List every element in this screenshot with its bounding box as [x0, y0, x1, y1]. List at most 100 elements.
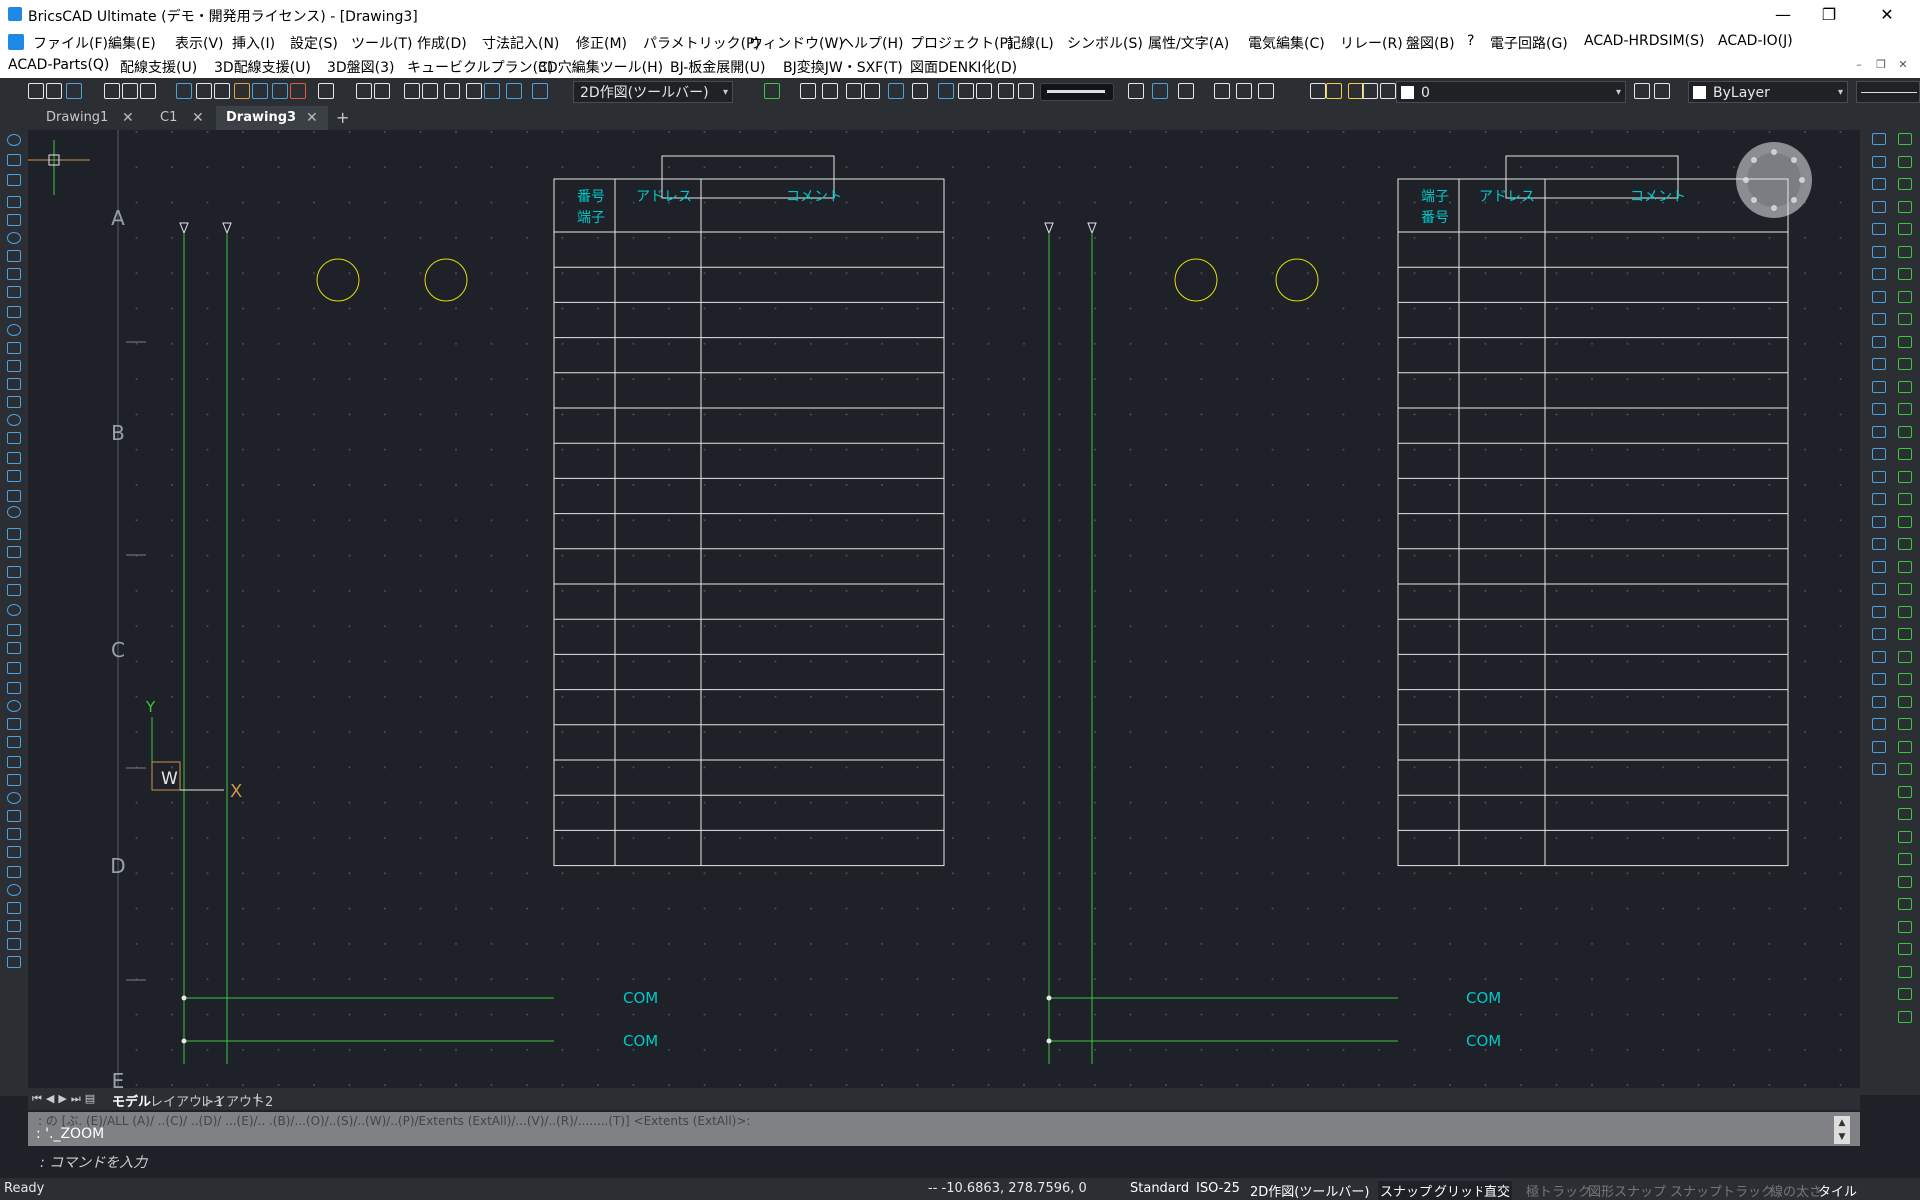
- draw-tool-icon[interactable]: [7, 682, 21, 694]
- modify-tool-icon[interactable]: [1872, 358, 1886, 370]
- toolbar-tool-icon[interactable]: [252, 83, 268, 99]
- toolbar-tool-icon[interactable]: [196, 83, 212, 99]
- draw-tool-icon[interactable]: [7, 174, 21, 186]
- toolbar-tool-icon[interactable]: [422, 83, 438, 99]
- status-toggle-4[interactable]: スナップ: [1378, 1181, 1435, 1200]
- command-line[interactable]: : コマンドを入力: [0, 1146, 1860, 1176]
- electrical-tool-icon[interactable]: [1898, 335, 1912, 348]
- command-prompt[interactable]: : コマンドを入力: [40, 1152, 147, 1172]
- add-layout-button[interactable]: +: [252, 1091, 263, 1106]
- draw-tool-icon[interactable]: [7, 718, 21, 730]
- status-toggle-8[interactable]: 図形スナップ: [1588, 1181, 1666, 1200]
- toolbar-tool-icon[interactable]: [912, 83, 928, 99]
- draw-tool-icon[interactable]: [7, 432, 21, 444]
- menu-item-1[interactable]: ACAD-Parts(Q): [8, 57, 109, 73]
- toolbar-tool-icon[interactable]: [214, 83, 230, 99]
- electrical-tool-icon[interactable]: [1898, 583, 1912, 595]
- menu-item-11[interactable]: ウィンドウ(W): [749, 33, 844, 53]
- menu-item-21[interactable]: 電子回路(G): [1490, 33, 1568, 53]
- modify-tool-icon[interactable]: [1872, 403, 1886, 415]
- electrical-tool-icon[interactable]: [1898, 358, 1912, 370]
- draw-tool-icon[interactable]: [7, 506, 21, 518]
- draw-tool-icon[interactable]: [7, 866, 21, 878]
- draw-tool-icon[interactable]: [7, 154, 21, 166]
- draw-tool-icon[interactable]: [7, 828, 21, 840]
- toolbar-tool-icon[interactable]: [1018, 83, 1034, 99]
- menu-item-16[interactable]: 属性/文字(A): [1148, 33, 1229, 53]
- electrical-tool-icon[interactable]: [1898, 155, 1912, 168]
- toolbar-tool-icon[interactable]: [1380, 83, 1396, 99]
- menu-item-5[interactable]: キュービクルプラン(C): [407, 57, 553, 77]
- electrical-tool-icon[interactable]: [1898, 988, 1912, 1000]
- modify-tool-icon[interactable]: [1872, 695, 1886, 708]
- modify-tool-icon[interactable]: [1872, 718, 1886, 730]
- tab-drawing3[interactable]: Drawing3 ✕: [216, 106, 328, 130]
- toolbar-tool-icon[interactable]: [1634, 83, 1650, 99]
- close-icon[interactable]: ✕: [122, 106, 134, 130]
- electrical-tool-icon[interactable]: [1898, 515, 1912, 528]
- electrical-tool-icon[interactable]: [1898, 898, 1912, 910]
- menu-item-18[interactable]: リレー(R): [1340, 33, 1403, 53]
- toolbar-tool-icon[interactable]: [888, 83, 904, 99]
- status-toggle-7[interactable]: 極トラック: [1526, 1181, 1591, 1200]
- toolbar-tool-icon[interactable]: [532, 83, 548, 99]
- menu-item-2[interactable]: 編集(E): [108, 33, 156, 53]
- menu-item-9[interactable]: 修正(M): [576, 33, 627, 53]
- tab-drawing1[interactable]: Drawing1 ✕: [36, 106, 142, 130]
- electrical-tool-icon[interactable]: [1898, 223, 1912, 235]
- status-toggle-3[interactable]: 2D作図(ツールバー): [1250, 1181, 1369, 1200]
- toolbar-tool-icon[interactable]: [444, 83, 460, 99]
- toolbar-tool-icon[interactable]: [1128, 83, 1144, 99]
- draw-tool-icon[interactable]: [7, 306, 21, 318]
- menu-item-6[interactable]: 3D穴編集ツール(H): [538, 57, 663, 77]
- draw-tool-icon[interactable]: [7, 268, 21, 280]
- draw-tool-icon[interactable]: [7, 792, 21, 804]
- modify-tool-icon[interactable]: [1872, 155, 1886, 168]
- toolbar-tool-icon[interactable]: [104, 83, 120, 99]
- modify-tool-icon[interactable]: [1872, 493, 1886, 505]
- status-toggle-11[interactable]: タイル: [1818, 1181, 1857, 1200]
- electrical-tool-icon[interactable]: [1898, 605, 1912, 618]
- draw-tool-icon[interactable]: [7, 566, 21, 578]
- modify-tool-icon[interactable]: [1872, 335, 1886, 348]
- layer-select[interactable]: 0 ▾: [1396, 81, 1626, 103]
- close-button[interactable]: ✕: [1864, 0, 1910, 30]
- history-scroll-button[interactable]: ▲ ▼: [1834, 1116, 1850, 1144]
- transparency-slider[interactable]: [1040, 83, 1114, 101]
- electrical-tool-icon[interactable]: [1898, 628, 1912, 640]
- draw-tool-icon[interactable]: [7, 920, 21, 932]
- draw-tool-icon[interactable]: [7, 360, 21, 372]
- modify-tool-icon[interactable]: [1872, 448, 1886, 460]
- toolbar-tool-icon[interactable]: [484, 83, 500, 99]
- toolbar-tool-icon[interactable]: [28, 83, 44, 99]
- toolbar-tool-icon[interactable]: [374, 83, 390, 99]
- toolbar-tool-icon[interactable]: [466, 83, 482, 99]
- draw-tool-icon[interactable]: [7, 938, 21, 950]
- draw-tool-icon[interactable]: [7, 342, 21, 354]
- electrical-tool-icon[interactable]: [1898, 1010, 1912, 1023]
- electrical-tool-icon[interactable]: [1898, 920, 1912, 933]
- tab-nav-arrows[interactable]: ⏮◀▶⏭▤: [32, 1092, 99, 1106]
- toolbar-tool-icon[interactable]: [234, 83, 250, 99]
- toolbar-tool-icon[interactable]: [290, 83, 306, 99]
- draw-tool-icon[interactable]: [7, 604, 21, 616]
- menu-item-17[interactable]: 電気編集(C): [1248, 33, 1325, 53]
- menu-item-8[interactable]: BJ変換JW・SXF(T): [783, 57, 903, 77]
- electrical-tool-icon[interactable]: [1898, 200, 1912, 213]
- modify-tool-icon[interactable]: [1872, 223, 1886, 235]
- drawing-canvas[interactable]: A B C D E 番号 端子 アドレス コメント COM COM 端子 番号 …: [28, 130, 1860, 1088]
- electrical-tool-icon[interactable]: [1898, 785, 1912, 798]
- toolbar-tool-icon[interactable]: [976, 83, 992, 99]
- toolbar-tool-icon[interactable]: [846, 83, 862, 99]
- toolbar-tool-icon[interactable]: [1236, 83, 1252, 99]
- modify-tool-icon[interactable]: [1872, 673, 1886, 685]
- draw-tool-icon[interactable]: [7, 250, 21, 262]
- toolbar-tool-icon[interactable]: [1214, 83, 1230, 99]
- electrical-tool-icon[interactable]: [1898, 943, 1912, 955]
- draw-tool-icon[interactable]: [7, 452, 21, 464]
- modify-tool-icon[interactable]: [1872, 605, 1886, 618]
- electrical-tool-icon[interactable]: [1898, 290, 1912, 303]
- electrical-tool-icon[interactable]: [1898, 245, 1912, 258]
- draw-tool-icon[interactable]: [7, 470, 21, 482]
- toolbar-tool-icon[interactable]: [318, 83, 334, 99]
